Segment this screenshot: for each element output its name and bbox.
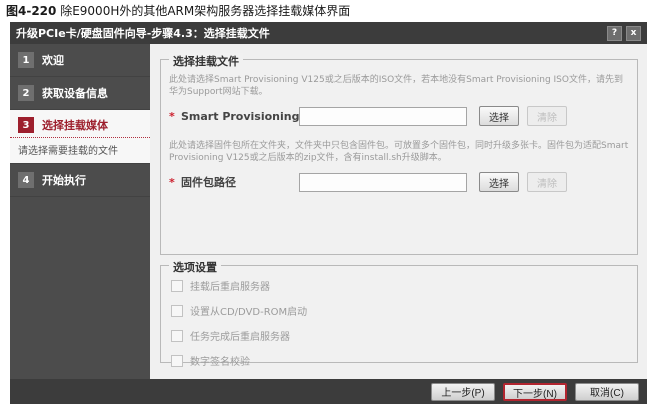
checkbox-icon [171, 280, 183, 292]
firmware-select-button[interactable]: 选择 [479, 172, 519, 192]
option-label: 数字签名校验 [190, 353, 250, 368]
cancel-button[interactable]: 取消(C) [575, 383, 639, 401]
iso-file-field-row: * Smart Provisioning ISO文件 选择 清除 [169, 106, 629, 126]
step-number: 1 [18, 52, 34, 68]
help-icon[interactable]: ? [607, 26, 622, 41]
figure-caption-text: 除E9000H外的其他ARM架构服务器选择挂载媒体界面 [56, 4, 350, 18]
next-button[interactable]: 下一步(N) [503, 383, 567, 401]
upgrade-wizard-dialog: 升级PCIe卡/硬盘固件向导-步骤4.3：选择挂载文件 ? x 1 欢迎 2 获… [10, 22, 647, 404]
firmware-instruction-note: 此处请选择固件包所在文件夹，文件夹中只包含固件包。可放置多个固件包，同时升级多张… [169, 140, 629, 164]
step-label: 欢迎 [42, 52, 64, 68]
active-step-description: 请选择需要挂载的文件 [10, 138, 150, 163]
figure-caption: 图4-220 除E9000H外的其他ARM架构服务器选择挂载媒体界面 [6, 2, 350, 19]
dialog-footer: 上一步(P) 下一步(N) 取消(C) [10, 379, 647, 404]
step-number: 3 [18, 117, 34, 133]
checkbox-icon [171, 355, 183, 367]
option-settings-group: 选项设置 挂载后重启服务器 设置从CD/DVD-ROM启动 任务完成后重启服务器… [160, 265, 638, 363]
step-label: 开始执行 [42, 172, 86, 188]
option-label: 任务完成后重启服务器 [190, 328, 290, 343]
firmware-path-field-row: * 固件包路径 选择 清除 [169, 172, 629, 192]
option-signature-check: 数字签名校验 [171, 353, 629, 368]
iso-file-label: Smart Provisioning ISO文件 [181, 108, 299, 124]
wizard-content: 选择挂载文件 此处请选择Smart Provisioning V125或之后版本… [150, 44, 647, 379]
option-label: 挂载后重启服务器 [190, 278, 270, 293]
back-button[interactable]: 上一步(P) [431, 383, 495, 401]
sidebar-step-welcome[interactable]: 1 欢迎 [10, 44, 150, 77]
iso-instruction-note: 此处请选择Smart Provisioning V125或之后版本的ISO文件，… [169, 74, 629, 98]
figure-number: 图4-220 [6, 4, 56, 18]
select-mount-file-group: 选择挂载文件 此处请选择Smart Provisioning V125或之后版本… [160, 59, 638, 255]
required-marker: * [169, 110, 181, 123]
option-label: 设置从CD/DVD-ROM启动 [190, 303, 307, 318]
sidebar-step-execute[interactable]: 4 开始执行 [10, 164, 150, 197]
step-label: 选择挂载媒体 [42, 117, 108, 133]
checkbox-icon [171, 330, 183, 342]
checkbox-icon [171, 305, 183, 317]
close-icon[interactable]: x [626, 26, 641, 41]
required-marker: * [169, 176, 181, 189]
active-step-row: 3 选择挂载媒体 [10, 110, 150, 138]
step-number: 4 [18, 172, 34, 188]
sidebar-step-select-media-active[interactable]: 3 选择挂载媒体 请选择需要挂载的文件 [10, 110, 150, 164]
group-title: 选择挂载文件 [169, 53, 243, 69]
step-number: 2 [18, 85, 34, 101]
step-label: 获取设备信息 [42, 85, 108, 101]
firmware-path-label: 固件包路径 [181, 174, 299, 190]
dialog-title: 升级PCIe卡/硬盘固件向导-步骤4.3：选择挂载文件 [16, 25, 603, 41]
dialog-body: 1 欢迎 2 获取设备信息 3 选择挂载媒体 请选择需要挂载的文件 4 开始执行 [10, 44, 647, 379]
sidebar-step-device-info[interactable]: 2 获取设备信息 [10, 77, 150, 110]
firmware-path-input[interactable] [299, 173, 467, 192]
iso-file-input[interactable] [299, 107, 467, 126]
firmware-clear-button: 清除 [527, 172, 567, 192]
option-boot-from-cddvd: 设置从CD/DVD-ROM启动 [171, 303, 629, 318]
wizard-steps-sidebar: 1 欢迎 2 获取设备信息 3 选择挂载媒体 请选择需要挂载的文件 4 开始执行 [10, 44, 150, 379]
option-restart-after-mount: 挂载后重启服务器 [171, 278, 629, 293]
iso-select-button[interactable]: 选择 [479, 106, 519, 126]
group-title: 选项设置 [169, 259, 221, 275]
iso-clear-button: 清除 [527, 106, 567, 126]
option-restart-after-task: 任务完成后重启服务器 [171, 328, 629, 343]
dialog-titlebar: 升级PCIe卡/硬盘固件向导-步骤4.3：选择挂载文件 ? x [10, 22, 647, 44]
